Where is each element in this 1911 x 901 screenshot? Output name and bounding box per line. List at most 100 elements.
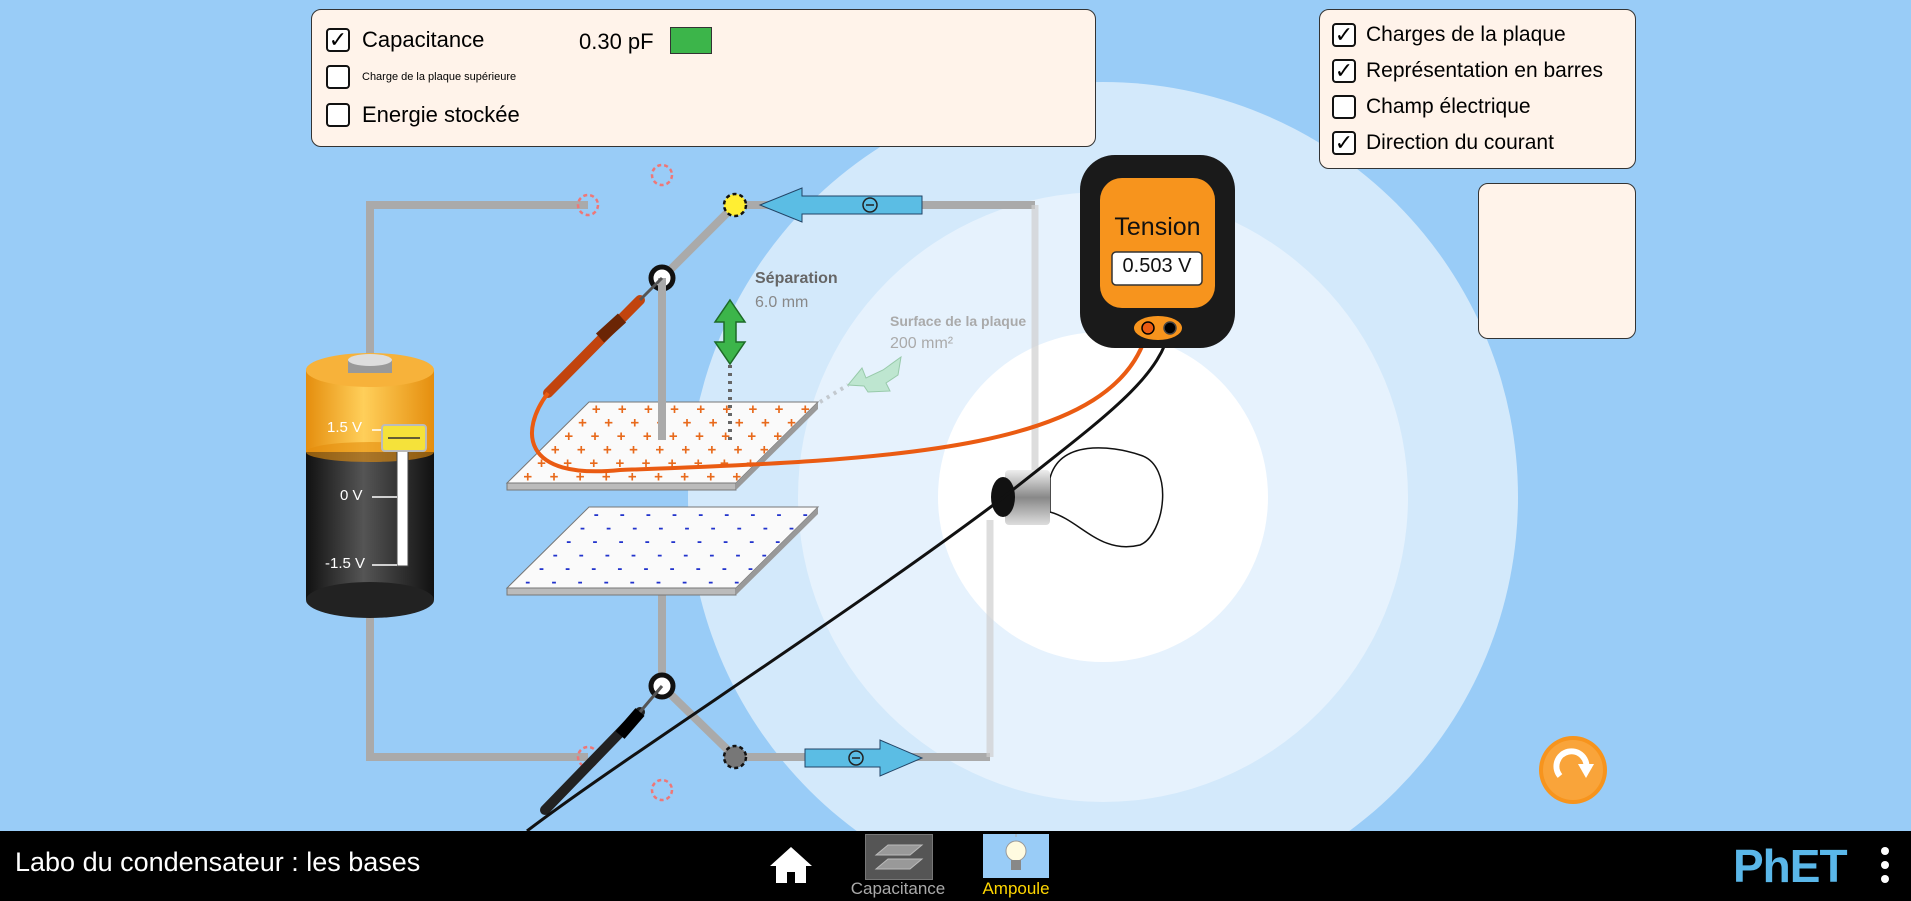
negative-charge: -	[579, 546, 584, 563]
tab-capacitance-label[interactable]: Capacitance	[845, 879, 951, 899]
negative-charge: -	[645, 533, 650, 550]
plate-charges-label: Charges de la plaque	[1366, 23, 1566, 46]
negative-charge: -	[682, 573, 687, 590]
home-icon[interactable]	[768, 845, 814, 885]
phet-logo[interactable]: PhET	[1733, 843, 1848, 889]
meters-panel: ✓ Capacitance 0.30 pF Charge de la plaqu…	[311, 9, 1096, 147]
electric-field-checkbox[interactable]	[1332, 95, 1356, 119]
tab-capacitance[interactable]	[865, 834, 933, 880]
top-plate-charge-checkbox[interactable]	[326, 65, 350, 89]
current-direction-label: Direction du courant	[1366, 131, 1554, 154]
positive-charge: +	[708, 441, 717, 458]
top-plate-charge-row[interactable]: Charge de la plaque supérieure	[326, 65, 516, 89]
positive-charge: +	[670, 401, 679, 418]
view-option-plate-charges[interactable]: ✓ Charges de la plaque	[1332, 23, 1566, 47]
negative-charge: -	[630, 573, 635, 590]
positive-charge: +	[604, 414, 613, 431]
positive-charge: +	[551, 441, 560, 458]
positive-charge: +	[760, 441, 769, 458]
plate-charges-checkbox[interactable]: ✓	[1332, 23, 1356, 47]
negative-charge: -	[748, 560, 753, 577]
bar-graph-checkbox[interactable]: ✓	[1332, 59, 1356, 83]
positive-charge: +	[591, 428, 600, 445]
voltmeter[interactable]	[1080, 155, 1235, 348]
capacitance-row[interactable]: ✓ Capacitance	[326, 27, 484, 53]
tab-lightbulb[interactable]	[983, 834, 1049, 878]
negative-charge: -	[552, 573, 557, 590]
negative-charge: -	[656, 573, 661, 590]
battery[interactable]	[306, 353, 434, 618]
negative-charge: -	[736, 546, 741, 563]
positive-charge: +	[761, 414, 770, 431]
negative-charge: -	[657, 546, 662, 563]
toolbox-panel	[1478, 183, 1636, 339]
positive-charge: +	[696, 401, 705, 418]
check-icon: ✓	[1334, 22, 1354, 47]
negative-charge: -	[617, 560, 622, 577]
negative-charge: -	[658, 519, 663, 536]
stored-energy-checkbox[interactable]	[326, 103, 350, 127]
negative-charge: -	[671, 533, 676, 550]
view-option-electric-field[interactable]: Champ électrique	[1332, 95, 1531, 119]
negative-charge: -	[594, 506, 599, 523]
positive-charge: +	[801, 401, 810, 418]
tab-lightbulb-label[interactable]: Ampoule	[966, 879, 1066, 899]
current-direction-checkbox[interactable]: ✓	[1332, 131, 1356, 155]
negative-charge: -	[789, 519, 794, 536]
negative-charge: -	[539, 560, 544, 577]
reset-button[interactable]	[1539, 736, 1607, 804]
negative-charge: -	[644, 560, 649, 577]
check-icon: ✓	[1334, 130, 1354, 155]
sim-title: Labo du condensateur : les bases	[15, 847, 421, 877]
negative-charge: -	[696, 560, 701, 577]
negative-charge: -	[722, 560, 727, 577]
view-option-bar-graph[interactable]: ✓ Représentation en barres	[1332, 59, 1603, 83]
electric-field-label: Champ électrique	[1366, 95, 1531, 118]
positive-charge: +	[681, 441, 690, 458]
negative-charge: -	[553, 546, 558, 563]
check-icon: ✓	[1334, 58, 1354, 83]
negative-charge: -	[566, 533, 571, 550]
positive-charge: +	[669, 428, 678, 445]
top-plate-charge-label: Charge de la plaque supérieure	[362, 71, 517, 83]
positive-charge: +	[787, 414, 796, 431]
positive-charge: +	[629, 441, 638, 458]
top-plate-stem	[658, 278, 666, 440]
negative-charge: -	[724, 506, 729, 523]
negative-charge: -	[646, 506, 651, 523]
positive-charge: +	[694, 455, 703, 472]
negative-charge: -	[711, 519, 716, 536]
separation-value: 6.0 mm	[755, 294, 809, 311]
positive-charge: +	[706, 468, 715, 485]
positive-charge: +	[695, 428, 704, 445]
positive-charge: +	[550, 468, 559, 485]
positive-charge: +	[734, 441, 743, 458]
capacitor-plates-icon	[874, 844, 924, 870]
negative-charge: -	[578, 573, 583, 590]
negative-charge: -	[683, 546, 688, 563]
menu-icon[interactable]	[1880, 845, 1890, 889]
positive-charge: +	[709, 414, 718, 431]
negative-charge: -	[620, 506, 625, 523]
negative-charge: -	[619, 533, 624, 550]
positive-charge: +	[773, 428, 782, 445]
capacitance-checkbox[interactable]: ✓	[326, 28, 350, 52]
negative-charge: -	[591, 560, 596, 577]
negative-charge: -	[605, 546, 610, 563]
battery-label-zero: 0 V	[340, 487, 363, 504]
view-option-current-direction[interactable]: ✓ Direction du courant	[1332, 131, 1554, 155]
view-options-panel: ✓ Charges de la plaque ✓ Représentation …	[1319, 9, 1636, 169]
voltmeter-title: Tension	[1114, 213, 1201, 241]
positive-charge: +	[735, 414, 744, 431]
stored-energy-row[interactable]: Energie stockée	[326, 102, 520, 128]
positive-charge: +	[775, 401, 784, 418]
negative-charge: -	[723, 533, 728, 550]
battery-label-low: -1.5 V	[325, 555, 366, 572]
red-probe[interactable]	[543, 276, 664, 398]
positive-charge: +	[564, 428, 573, 445]
negative-charge: -	[670, 560, 675, 577]
positive-charge: +	[644, 401, 653, 418]
negative-charge: -	[580, 519, 585, 536]
negative-charge: -	[749, 533, 754, 550]
negative-charge: -	[685, 519, 690, 536]
